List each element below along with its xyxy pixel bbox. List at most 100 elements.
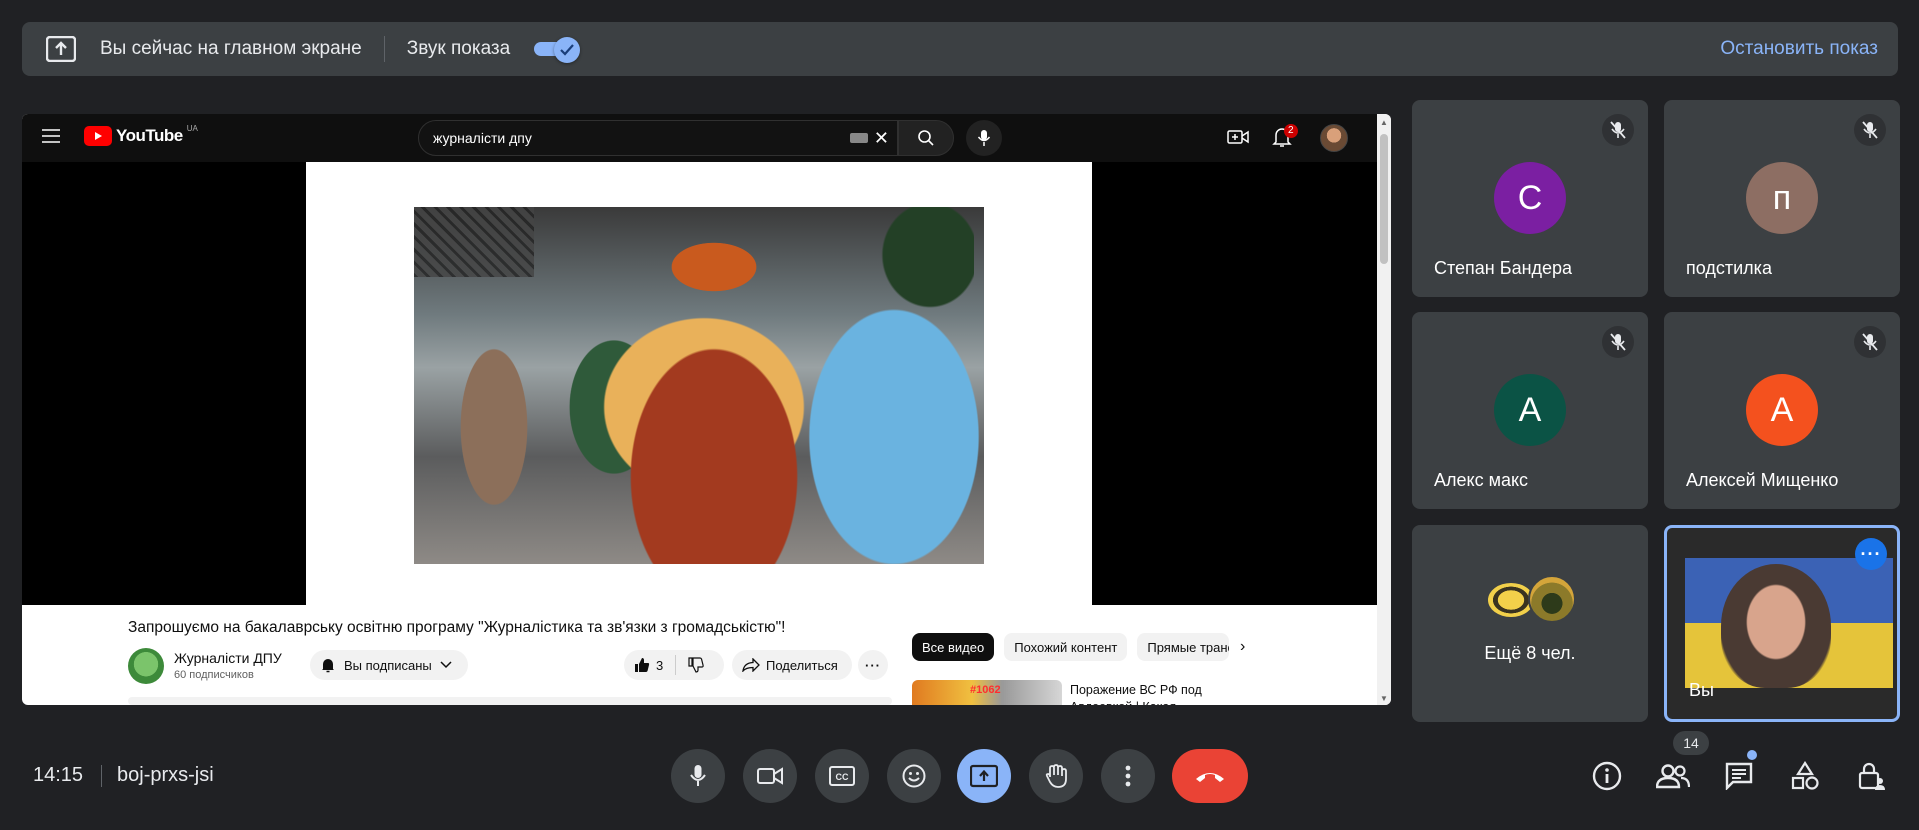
lock-person-icon (1858, 762, 1885, 790)
like-dislike-buttons[interactable]: 3 (624, 650, 724, 680)
scrollbar-thumb[interactable] (1380, 134, 1388, 264)
reactions-button[interactable] (887, 749, 941, 803)
description-box[interactable] (128, 697, 892, 705)
keyboard-icon[interactable] (849, 133, 868, 143)
microphone-button[interactable] (671, 749, 725, 803)
leave-call-button[interactable] (1172, 749, 1248, 803)
participant-avatar: А (1494, 374, 1566, 446)
participant-name: подстилка (1686, 258, 1772, 278)
chip-related[interactable]: Похожий контент (1004, 633, 1128, 661)
participant-count-badge: 14 (1673, 731, 1709, 755)
subscribed-button[interactable]: Вы подписаны (310, 650, 468, 680)
share-button[interactable]: Поделиться (732, 650, 852, 680)
scroll-down-arrow-icon[interactable]: ▼ (1380, 694, 1388, 703)
self-face (1721, 564, 1831, 688)
participant-tile[interactable]: А Алексей Мищенко (1664, 312, 1900, 509)
create-video-icon[interactable] (1227, 128, 1249, 151)
mic-off-icon (1602, 114, 1634, 146)
region-code: UA (186, 124, 198, 133)
search-query: журналісти дпу (433, 130, 532, 146)
mic-off-icon (1602, 326, 1634, 358)
voice-search-button[interactable] (966, 120, 1002, 156)
chat-icon (1725, 762, 1753, 790)
mic-off-icon (1854, 326, 1886, 358)
participant-tile[interactable]: А Алекс макс (1412, 312, 1648, 509)
search-button[interactable] (898, 120, 954, 156)
participant-avatar: п (1746, 162, 1818, 234)
menu-icon[interactable] (42, 129, 62, 147)
scroll-up-arrow-icon[interactable]: ▲ (1380, 118, 1388, 127)
unread-dot (1747, 750, 1757, 760)
camera-button[interactable] (743, 749, 797, 803)
meeting-time: 14:15 (33, 764, 84, 786)
meeting-info-button[interactable] (1589, 758, 1625, 794)
more-actions-button[interactable]: ··· (858, 650, 888, 680)
youtube-logo[interactable]: YouTube UA (84, 124, 198, 146)
presenting-message: Вы сейчас на главном экране (100, 38, 362, 59)
page-scrollbar[interactable]: ▲ ▼ (1377, 114, 1391, 705)
presentation-banner: Вы сейчас на главном экране Звук показа … (22, 22, 1898, 76)
presentation-audio-label: Звук показа (406, 38, 511, 59)
video-frame (306, 162, 1092, 605)
recommended-video-thumbnail[interactable]: #1062 (912, 680, 1062, 705)
rec-thumbnail-badge: #1062 (970, 684, 1001, 696)
chip-live[interactable]: Прямые трансляции (1137, 633, 1230, 661)
mic-off-icon (1854, 114, 1886, 146)
closed-caption-icon: CC (829, 766, 855, 786)
thumbs-up-icon (635, 658, 650, 672)
emoji-icon (902, 764, 926, 788)
channel-name[interactable]: Журналісти ДПУ (174, 650, 282, 666)
mic-icon (977, 130, 991, 146)
recommended-video-title[interactable]: Поражение ВС РФ под Авдеевкой | Какая ..… (1070, 682, 1240, 705)
video-player[interactable] (22, 162, 1377, 605)
bottom-divider (101, 765, 102, 787)
svg-text:CC: CC (836, 772, 849, 782)
chip-all-videos[interactable]: Все видео (912, 633, 995, 661)
clear-search-icon[interactable]: ✕ (874, 129, 889, 147)
youtube-search-input[interactable]: журналісти дпу ✕ (418, 120, 898, 156)
channel-avatar[interactable] (128, 648, 164, 684)
stage-truss (414, 207, 534, 277)
chat-button[interactable] (1721, 758, 1757, 794)
like-divider (675, 655, 677, 675)
presentation-audio-toggle[interactable] (532, 37, 582, 63)
youtube-wordmark: YouTube (116, 126, 183, 145)
participant-tile[interactable]: п подстилка (1664, 100, 1900, 297)
people-button[interactable] (1655, 758, 1691, 794)
bell-icon (322, 659, 334, 673)
present-to-all-icon (44, 34, 78, 64)
video-title: Запрошуємо на бакалаврську освітню прогр… (128, 619, 786, 636)
participant-name: Алекс макс (1434, 470, 1529, 490)
subscribed-label: Вы подписаны (344, 657, 432, 673)
activities-button[interactable] (1787, 758, 1823, 794)
youtube-play-icon (84, 126, 112, 146)
meeting-code: boj-prxs-jsi (117, 764, 214, 786)
participant-avatar-image (1528, 575, 1576, 623)
account-avatar[interactable] (1320, 124, 1348, 152)
more-participants-tile[interactable]: Ещё 8 чел. (1412, 525, 1648, 722)
check-icon (554, 37, 581, 63)
chevron-right-icon[interactable]: › (1240, 638, 1245, 656)
stop-presenting-button[interactable]: Остановить показ (1720, 38, 1878, 60)
participant-avatar: С (1494, 162, 1566, 234)
self-video-tile[interactable]: ··· Вы (1664, 525, 1900, 722)
more-options-icon[interactable]: ··· (1855, 538, 1887, 570)
related-filter-chips: Все видео Похожий контент Прямые трансля… (912, 633, 1230, 661)
present-button[interactable] (957, 749, 1011, 803)
more-horiz-icon: ··· (865, 657, 881, 673)
call-end-icon (1196, 773, 1224, 782)
thumbs-down-icon (688, 657, 704, 673)
participant-avatar: А (1746, 374, 1818, 446)
participant-tile[interactable]: С Степан Бандера (1412, 100, 1648, 297)
present-to-all-icon (970, 764, 998, 788)
host-controls-button[interactable] (1853, 758, 1889, 794)
participant-name: Степан Бандера (1434, 258, 1573, 278)
captions-button[interactable]: CC (815, 749, 869, 803)
more-options-button[interactable] (1101, 749, 1155, 803)
hand-icon (1045, 764, 1067, 788)
chevron-down-icon (440, 661, 452, 669)
tree (864, 207, 974, 327)
more-participants-label: Ещё 8 чел. (1484, 643, 1576, 663)
notification-count-badge: 2 (1284, 124, 1298, 138)
raise-hand-button[interactable] (1029, 749, 1083, 803)
